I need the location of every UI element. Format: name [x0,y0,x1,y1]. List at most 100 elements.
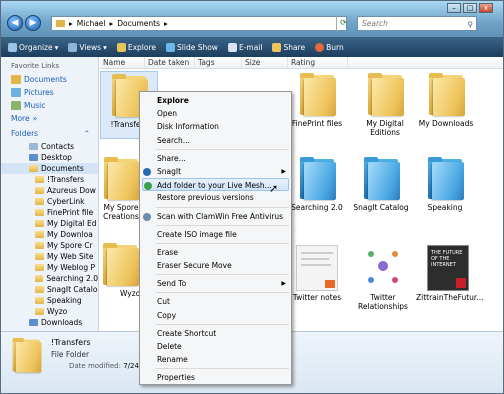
menu-create-iso[interactable]: Create ISO image file [140,228,291,241]
tree-item-digital-editions[interactable]: My Digital Ed [1,218,98,229]
menu-rename[interactable]: Rename [140,353,291,366]
explore-button[interactable]: Explore [114,42,159,52]
minimize-button[interactable]: – [447,3,461,13]
folder-item-wyzo[interactable]: Wyzo [100,243,140,298]
tree-item-web-site[interactable]: My Web Site [1,251,98,262]
folder-item-snagit[interactable]: SnagIt Catalog [352,157,410,212]
close-button[interactable]: x [479,3,493,13]
menu-cut[interactable]: Cut [140,295,291,308]
chevron-icon: ▸ [69,19,73,28]
submenu-arrow-icon: ▶ [281,280,286,288]
burn-button[interactable]: Burn [312,42,347,52]
menu-separator [156,242,289,244]
column-date-taken[interactable]: Date taken [145,57,195,68]
tree-item-contacts[interactable]: Contacts [1,141,98,152]
maximize-button[interactable]: □ [463,3,477,13]
documents-icon [11,75,21,84]
views-button[interactable]: Views ▾ [65,42,109,52]
submenu-arrow-icon: ▶ [281,167,286,175]
folder-item-digital-editions[interactable]: My Digital Editions [352,73,418,137]
command-bar: Organize ▾ Views ▾ Explore Slide Show E-ma… [1,37,503,57]
share-button[interactable]: Share [269,42,308,52]
menu-send-to[interactable]: Send To ▶ [140,277,291,290]
folders-header[interactable]: Folders ⌃ [1,129,98,138]
file-item-twitter-relationships[interactable]: Twitter Relationships [352,245,414,311]
menu-share[interactable]: Share... [140,152,291,165]
share-icon [272,42,282,52]
tree-item-downloads[interactable]: My Downloa [1,229,98,240]
column-name[interactable]: Name [100,57,145,68]
menu-properties[interactable]: Properties [140,371,291,384]
chevron-up-icon: ⌃ [83,129,90,138]
favorite-documents[interactable]: Documents [1,73,98,86]
column-size[interactable]: Size [242,57,288,68]
menu-open[interactable]: Open [140,107,291,120]
tree-item-transfers[interactable]: !Transfers [1,174,98,185]
folder-item-spore[interactable]: My Spore Creations [100,157,142,221]
breadcrumb-michael[interactable]: Michael [77,19,106,28]
details-modified: Date modified: 7/24/ [69,362,142,370]
folder-icon [427,73,465,117]
menu-copy[interactable]: Copy [140,309,291,322]
back-button[interactable]: ◀ [7,15,23,31]
menu-separator [156,323,289,325]
menu-separator [156,274,289,276]
address-field[interactable]: ▸ Michael ▸ Documents ▸ [51,16,347,31]
tree-item-desktop[interactable]: Desktop [1,152,98,163]
forward-button[interactable]: ▶ [25,15,41,31]
details-name: !Transfers [51,338,91,347]
address-bar-area: – □ x ◀ ▶ ▸ Michael ▸ Documents ▸ ⟳ Sear… [1,1,503,37]
folder-item-fineprint[interactable]: FinePrint files [288,73,346,128]
organize-button[interactable]: Organize ▾ [5,42,61,52]
menu-snagit[interactable]: SnagIt ▶ [140,165,291,178]
breadcrumb-documents[interactable]: Documents [117,19,160,28]
tree-item-spore[interactable]: My Spore Cr [1,240,98,251]
menu-disk-information[interactable]: Disk Information [140,120,291,133]
column-tags[interactable]: Tags [195,57,242,68]
file-item-zittrain[interactable]: THE FUTURE OF THE INTERNET ZittrainTheFu… [416,245,483,302]
menu-add-live-mesh[interactable]: Add folder to your Live Mesh... [142,178,289,192]
search-input[interactable]: Search ⚲ [357,16,477,31]
search-icon: ⚲ [467,20,474,29]
folder-icon [366,73,404,117]
favorite-music[interactable]: Music [1,99,98,112]
tree-item-documents[interactable]: Documents [1,163,98,174]
favorite-more[interactable]: More» [1,112,98,125]
tree-item-speaking[interactable]: Speaking [1,295,98,306]
folder-icon [298,73,336,117]
folder-item-speaking[interactable]: Speaking [416,157,474,212]
folder-item-downloads[interactable]: My Downloads [416,73,476,128]
tree-item-snagit[interactable]: SnagIt Catalo [1,284,98,295]
tree-item-searching[interactable]: Searching 2.0 [1,273,98,284]
menu-scan-clamwin[interactable]: Scan with ClamWin Free Antivirus [140,210,291,223]
book-cover-thumbnail: THE FUTURE OF THE INTERNET [427,245,469,291]
menu-erase[interactable]: Erase [140,246,291,259]
tree-item-wyzo[interactable]: Wyzo [1,306,98,317]
column-rating[interactable]: Rating [288,57,348,68]
menu-eraser-secure-move[interactable]: Eraser Secure Move [140,259,291,272]
folder-item-searching[interactable]: Searching 2.0 [288,157,346,212]
slideshow-button[interactable]: Slide Show [163,42,221,52]
menu-explore[interactable]: Explore [140,94,291,107]
favorite-pictures[interactable]: Pictures [1,86,98,99]
navigation-pane: Favorite Links Documents Pictures Music … [1,57,99,331]
folder-icon [298,157,336,201]
menu-separator [156,292,289,294]
email-icon [227,42,237,52]
refresh-icon[interactable]: ⟳ [336,16,350,31]
tree-item-azureus[interactable]: Azureus Dow [1,185,98,196]
menu-separator [156,148,289,150]
tree-item-weblog[interactable]: My Weblog P [1,262,98,273]
tree-item-cyberlink[interactable]: CyberLink [1,196,98,207]
menu-delete[interactable]: Delete [140,340,291,353]
details-type: File Folder [51,350,90,359]
favorites-header: Favorite Links [11,62,60,70]
menu-search[interactable]: Search... [140,134,291,147]
tree-item-fineprint[interactable]: FinePrint file [1,207,98,218]
file-item-twitter-notes[interactable]: Twitter notes [288,245,346,302]
mouse-cursor-icon: ➚ [269,182,279,195]
email-button[interactable]: E-mail [225,42,266,52]
menu-create-shortcut[interactable]: Create Shortcut [140,327,291,340]
tree-item-downloads-root[interactable]: Downloads [1,317,98,328]
folder-icon [56,20,65,27]
